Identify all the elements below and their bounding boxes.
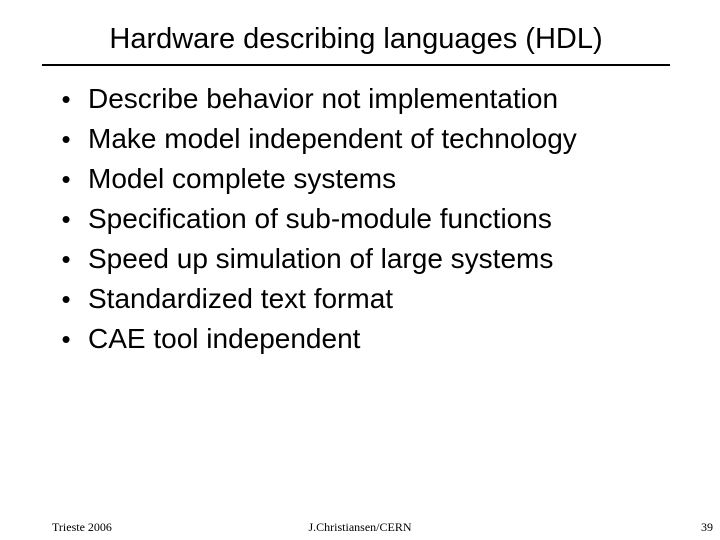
list-item-label: Standardized text format [88,283,394,314]
slide-footer: Trieste 2006 J.Christiansen/CERN 39 [0,519,720,540]
title-block: Hardware describing languages (HDL) [42,22,670,56]
slide: Hardware describing languages (HDL) • De… [0,0,720,540]
list-item-label: Model complete systems [88,163,397,194]
bullet-list: • Describe behavior not implementation •… [48,79,678,359]
title-divider [42,64,670,66]
list-item: • Speed up simulation of large systems [48,239,678,279]
slide-number: 39 [701,520,713,534]
page-title: Hardware describing languages (HDL) [109,23,603,55]
bullet-icon: • [61,284,71,314]
list-item-label: Speed up simulation of large systems [88,243,554,274]
list-item: • CAE tool independent [48,319,678,359]
list-item: • Make model independent of technology [48,119,678,159]
bullet-icon: • [61,84,71,114]
list-item: • Specification of sub-module functions [48,199,678,239]
bullet-icon: • [61,324,71,354]
bullet-icon: • [61,204,71,234]
list-item: • Standardized text format [48,279,678,319]
list-item-label: Make model independent of technology [88,123,577,154]
bullet-icon: • [61,164,71,194]
list-item: • Describe behavior not implementation [48,79,678,119]
list-item-label: Specification of sub-module functions [88,203,552,234]
list-item-label: CAE tool independent [88,323,361,354]
list-item: • Model complete systems [48,159,678,199]
bullet-icon: • [61,244,71,274]
list-item-label: Describe behavior not implementation [88,83,559,114]
bullet-icon: • [61,124,71,154]
